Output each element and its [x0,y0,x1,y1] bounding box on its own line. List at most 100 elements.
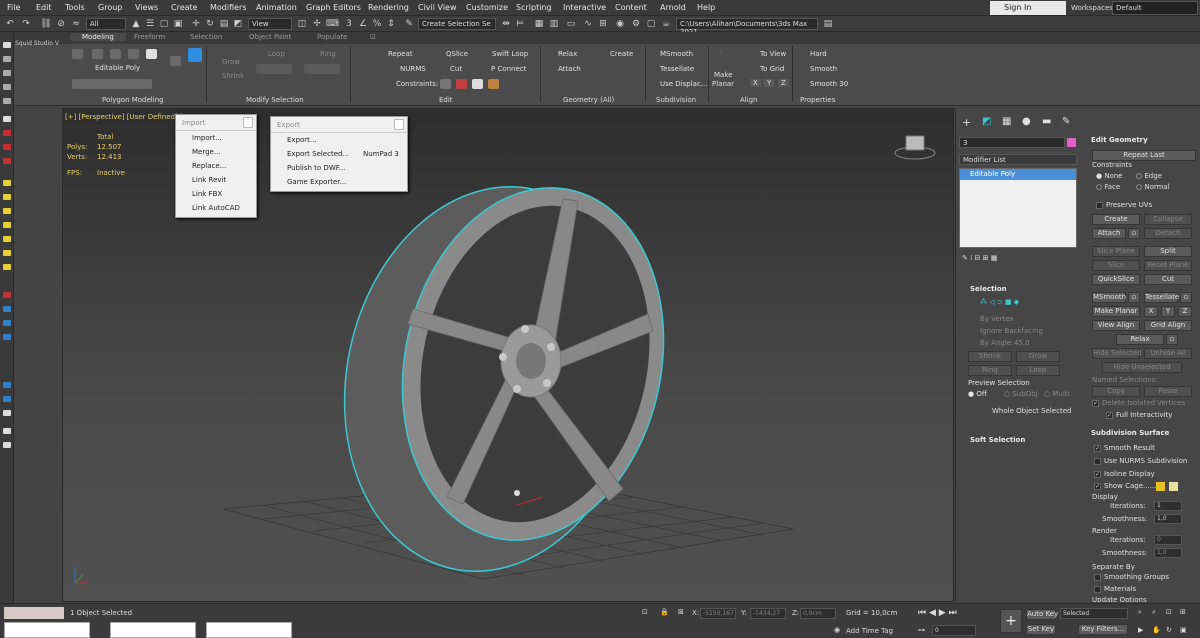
constraint-normal-radio[interactable]: ○ Normal [1136,183,1170,191]
angle-value[interactable]: 45,0 [1014,339,1030,347]
ring-tools-icon[interactable] [304,64,340,74]
constraint-normal-icon[interactable] [488,79,499,89]
viewcube[interactable] [894,135,936,160]
menu-help[interactable]: Help [697,3,715,12]
pan-icon[interactable]: ✋ [1152,626,1161,634]
export-selected-item[interactable]: Export Selected... NumPad 3 [271,147,407,161]
tool-icon[interactable] [3,320,11,326]
planar-x-button[interactable]: X [1144,306,1158,317]
tessellate-settings-icon[interactable]: ▫ [1180,292,1192,303]
tool-icon[interactable] [3,116,11,122]
attach-button[interactable]: Attach [1092,228,1126,239]
tab-populate[interactable]: Populate [317,33,347,41]
loop-label[interactable]: Loop [268,50,285,58]
key-filters-button[interactable]: Key Filters... [1078,624,1128,635]
align-z-button[interactable]: Z [778,79,789,87]
tool-icon[interactable] [3,180,11,186]
render-frame-icon[interactable]: ▢ [645,18,657,30]
constraint-face-icon[interactable] [472,79,483,89]
redo-icon[interactable]: ↷ [20,18,32,30]
preview-off-radio[interactable]: ● Off [968,390,987,398]
isoline-display-checkbox[interactable]: ✓ [1094,471,1101,478]
menu-content[interactable]: Content [615,3,647,12]
collapse-stack-icon[interactable] [170,56,181,66]
isolate-icon[interactable]: ⊡ [642,608,648,616]
hide-selected-button[interactable]: Hide Selected [1092,348,1142,359]
project-folder-icon[interactable]: ▤ [822,18,834,30]
use-nurms-checkbox[interactable] [1094,458,1101,465]
use-displacement-button[interactable]: Use Displac... [660,80,708,88]
tool-icon[interactable] [3,306,11,312]
relax-settings-icon[interactable]: ▫ [1166,334,1178,345]
hide-unselected-button[interactable]: Hide Unselected [1102,362,1182,373]
p-connect-button[interactable]: P Connect [491,65,526,73]
menu-civil-view[interactable]: Civil View [418,3,457,12]
link-revit-item[interactable]: Link Revit [176,173,256,187]
make-planar-planar[interactable]: Planar [712,80,734,88]
smooth-button[interactable]: Smooth [810,65,837,73]
attach-button[interactable]: Attach [558,65,581,73]
by-vertex-option[interactable]: By Vertex [980,315,1014,323]
loop-button[interactable]: Loop [1016,365,1060,376]
pivot-icon[interactable]: ◫ [296,18,308,30]
copy-button[interactable]: Copy [1092,386,1140,397]
smooth-30-button[interactable]: Smooth 30 [810,80,848,88]
tool-icon[interactable] [3,334,11,340]
group-geometry[interactable]: Geometry (All) [563,96,614,104]
move-icon[interactable]: ✛ [190,18,202,30]
ring-button[interactable]: Ring [968,365,1012,376]
field-of-view-icon[interactable]: ▶ [1138,626,1143,634]
merge-item[interactable]: Merge... [176,145,256,159]
make-planar-button[interactable]: Make Planar [1092,306,1140,317]
tab-modeling[interactable]: Modeling [70,33,126,41]
tessellate-button[interactable]: Tessellate [660,65,694,73]
smooth-result-checkbox[interactable]: ✓ [1094,445,1101,452]
bind-spacewarp-icon[interactable]: ≈ [70,18,82,30]
maximize-viewport-icon[interactable]: ▣ [1180,626,1187,634]
material-editor-icon[interactable]: ◉ [614,18,626,30]
sign-in-button[interactable]: Sign In [990,1,1066,15]
polygon-mode-icon[interactable] [128,49,139,59]
slice-button[interactable]: Slice [1092,260,1140,271]
pivot-handle[interactable] [514,490,520,496]
tool-icon[interactable] [3,410,11,416]
link-autocad-item[interactable]: Link AutoCAD [176,201,256,215]
create-button[interactable]: Create [1092,214,1140,225]
tool-icon[interactable] [3,98,11,104]
angle-snap-icon[interactable]: ∠ [357,18,369,30]
spinner-snap-icon[interactable]: ⇕ [385,18,397,30]
zoom-icon[interactable]: ⌕ [1138,608,1142,617]
rect-selection-icon[interactable]: ▢ [158,18,170,30]
relax-button[interactable]: Relax [558,50,577,58]
display-tab-icon[interactable]: ▬ [1042,116,1051,127]
menu-rendering[interactable]: Rendering [368,3,409,12]
repeat-button[interactable]: Repeat [388,50,413,58]
render-iterations-spinner[interactable]: 0 [1154,535,1182,545]
stack-item-editable-poly[interactable]: Editable Poly [960,169,1076,180]
constraint-none-icon[interactable] [440,79,451,89]
modify-tab-icon[interactable]: ◩ [982,116,991,127]
key-selection-select[interactable]: Selected [1060,608,1128,619]
tool-icon[interactable] [3,56,11,62]
shrink-button[interactable]: Shrink [968,351,1012,362]
add-time-tag-button[interactable]: Add Time Tag [846,627,893,635]
hierarchy-tab-icon[interactable]: ▦ [1002,116,1011,127]
link-fbx-item[interactable]: Link FBX [176,187,256,201]
menu-file[interactable]: File [7,3,20,12]
key-mode-icon[interactable]: ⊶ [918,626,925,634]
menu-arnold[interactable]: Arnold [660,3,686,12]
tool-icon[interactable] [3,222,11,228]
msmooth-button[interactable]: MSmooth [660,50,693,58]
constraint-edge-icon[interactable] [456,79,467,89]
nurms-button[interactable]: NURMS [400,65,426,73]
modify-mode-icon[interactable] [188,48,202,62]
set-key-button[interactable]: Set Key [1026,624,1056,635]
time-tag-icon[interactable]: ◉ [834,626,840,634]
taskbar-window[interactable] [4,622,90,638]
scale-icon[interactable]: ▤ [218,18,230,30]
make-planar-make[interactable]: Make [714,71,732,79]
tool-icon[interactable] [3,208,11,214]
tab-freeform[interactable]: Freeform [134,33,165,41]
vertex-mode-icon[interactable] [72,49,83,59]
full-interactivity-checkbox[interactable]: ✓ [1106,412,1113,419]
